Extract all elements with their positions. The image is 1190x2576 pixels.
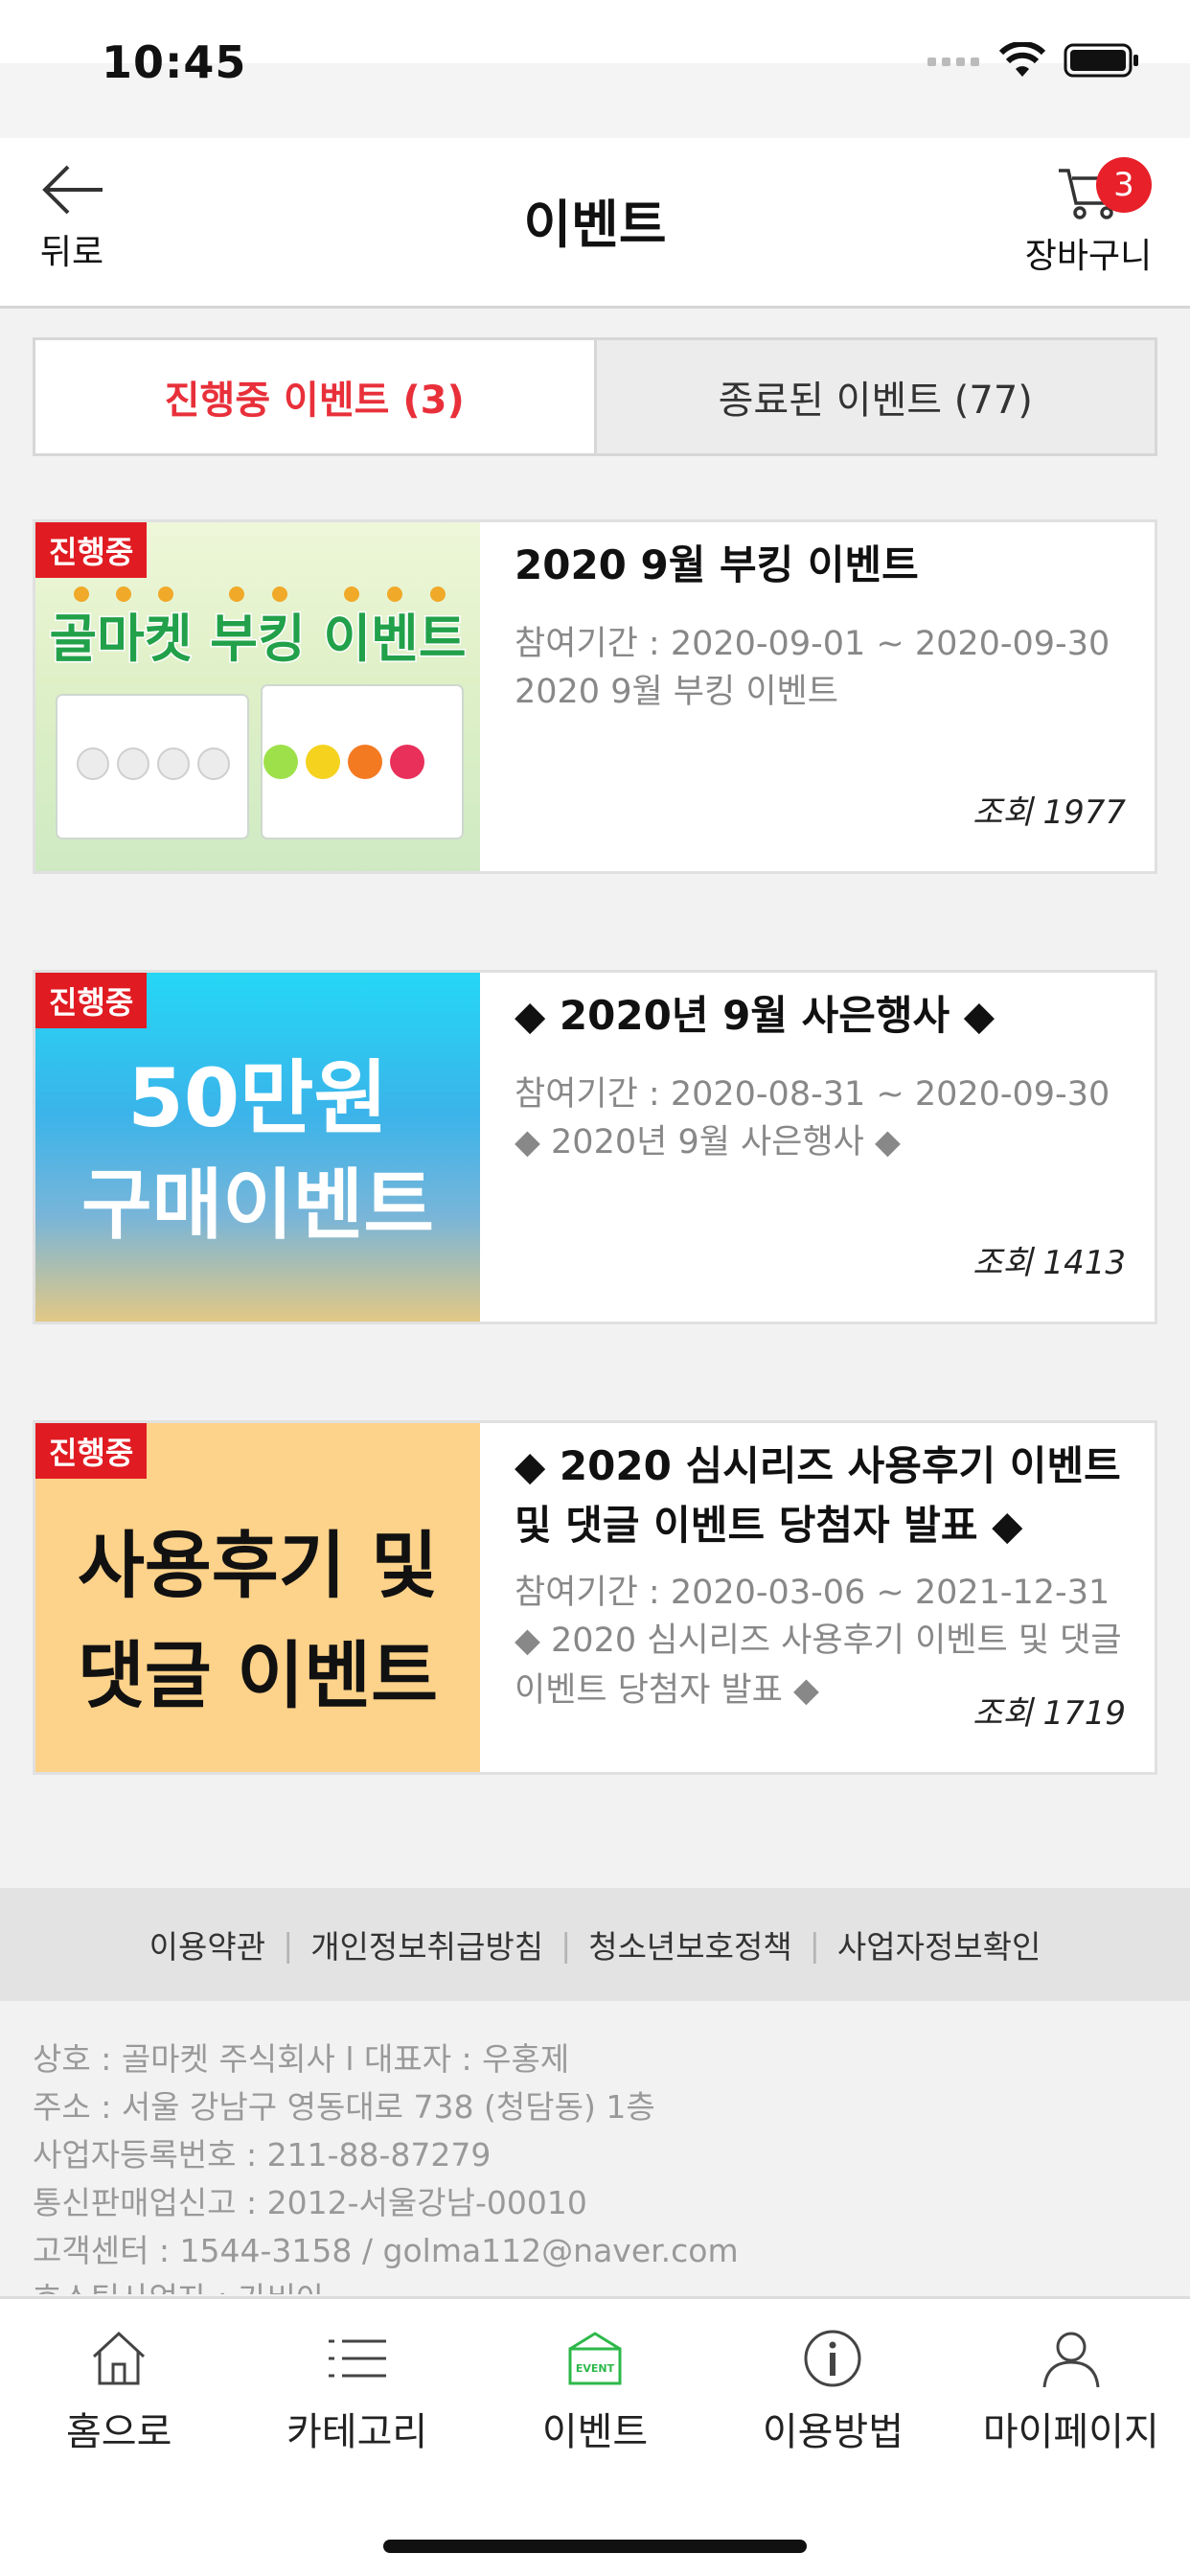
event-views: 조회 1719 (973, 1687, 1126, 1734)
info-icon (804, 2330, 861, 2387)
event-title: ◆ 2020 심시리즈 사용후기 이벤트 및 댓글 이벤트 당첨자 발표 ◆ (515, 1442, 1121, 1549)
tab-home[interactable]: 홈으로 (0, 2299, 238, 2481)
company-info: 상호 : 골마켓 주식회사 l 대표자 : 우홍제 주소 : 서울 강남구 영동… (0, 2001, 1190, 2294)
divider: | (809, 1925, 820, 1964)
tab-ended-events[interactable]: 종료된 이벤트 (77) (593, 340, 1155, 453)
signal-icon (927, 58, 979, 66)
divider: | (283, 1925, 294, 1964)
cart-label: 장바구니 (1024, 237, 1153, 276)
page-title: 이벤트 (523, 195, 667, 255)
thumb-text: 구매이벤트 (81, 1161, 434, 1250)
event-card[interactable]: 진행중 사용후기 및 댓글 이벤트 ◆ 2020 심시리즈 사용후기 이벤트 및… (33, 1420, 1157, 1775)
event-title: 2020 9월 부킹 이벤트 (515, 541, 919, 588)
thumb-text: 사용후기 및 (78, 1523, 438, 1608)
tab-my-page[interactable]: 마이페이지 (952, 2299, 1190, 2481)
nav-bar: 뒤로 이벤트 3 장바구니 (0, 138, 1190, 309)
event-icon: EVENT (568, 2332, 622, 2385)
thumb-text: 50만원 (127, 1051, 387, 1145)
youth-protection-link[interactable]: 청소년보호정책 (588, 1921, 792, 1967)
tab-label: 이벤트 (541, 2410, 649, 2454)
event-description: 2020 9월 부킹 이벤트 (515, 673, 838, 711)
footer-links: 이용약관 | 개인정보취급방침 | 청소년보호정책 | 사업자정보확인 (0, 1888, 1190, 2001)
event-card[interactable]: 진행중 50만원 구매이벤트 ◆ 2020년 9월 사은행사 ◆ 참여기간 : … (33, 970, 1157, 1324)
company-info-line: 고객센터 : 1544-3158 / golma112@naver.com (33, 2232, 739, 2269)
tab-category[interactable]: 카테고리 (238, 2299, 475, 2481)
event-period: 참여기간 : 2020-03-06 ~ 2021-12-31 (515, 1574, 1110, 1612)
event-tabs: 진행중 이벤트 (3) 종료된 이벤트 (77) (33, 337, 1157, 456)
list-icon (328, 2339, 386, 2378)
event-period: 참여기간 : 2020-09-01 ~ 2020-09-30 (515, 625, 1110, 663)
user-icon (1042, 2332, 1100, 2388)
event-period: 참여기간 : 2020-08-31 ~ 2020-09-30 (515, 1075, 1110, 1114)
status-time: 10:45 (102, 36, 247, 88)
business-info-link[interactable]: 사업자정보확인 (837, 1921, 1041, 1967)
company-info-line: 호스팅사업자 : 가비아 (33, 2275, 1157, 2294)
tab-ongoing-events[interactable]: 진행중 이벤트 (3) (35, 340, 594, 453)
company-info-line: 주소 : 서울 강남구 영동대로 738 (청담동) 1층 (33, 2088, 655, 2126)
tab-label: 홈으로 (66, 2410, 172, 2454)
thumb-text: 골마켓 부킹 이벤트 (49, 609, 466, 669)
tab-label: 마이페이지 (982, 2410, 1159, 2454)
home-indicator (383, 2540, 807, 2553)
event-views: 조회 1413 (973, 1236, 1126, 1283)
home-icon (93, 2331, 146, 2385)
tab-label: 카테고리 (286, 2410, 428, 2454)
battery-icon (1064, 43, 1138, 78)
event-title: ◆ 2020년 9월 사은행사 ◆ (515, 992, 995, 1039)
bottom-tab-bar: 홈으로 카테고리 EVENT 이벤트 이용방법 마이페이지 (0, 2296, 1190, 2576)
event-views: 조회 1977 (973, 786, 1126, 833)
event-description: ◆ 2020년 9월 사은행사 ◆ (515, 1123, 901, 1162)
wifi-icon (998, 42, 1046, 77)
terms-link[interactable]: 이용약관 (149, 1921, 265, 1967)
status-badge: 진행중 (35, 973, 148, 1028)
tab-how-to-use[interactable]: 이용방법 (714, 2299, 951, 2481)
status-badge: 진행중 (35, 1423, 148, 1479)
status-icons (927, 42, 1140, 79)
company-info-line: 상호 : 골마켓 주식회사 l 대표자 : 우홍제 (33, 2040, 570, 2078)
event-thumbnail: 진행중 골마켓 부킹 이벤트 (35, 522, 480, 871)
thumb-text: 댓글 이벤트 (78, 1633, 438, 1718)
status-badge: 진행중 (35, 522, 148, 578)
svg-text:EVENT: EVENT (576, 2362, 615, 2375)
cart-button[interactable]: 3 장바구니 (1021, 157, 1156, 295)
event-thumbnail: 진행중 50만원 구매이벤트 (35, 973, 480, 1322)
divider: | (561, 1925, 572, 1964)
event-card[interactable]: 진행중 골마켓 부킹 이벤트 2020 9월 부킹 이벤트 참여기간 : 202… (33, 519, 1157, 874)
privacy-policy-link[interactable]: 개인정보취급방침 (310, 1921, 543, 1967)
tab-event[interactable]: EVENT 이벤트 (476, 2299, 714, 2481)
company-info-line: 사업자등록번호 : 211-88-87279 (33, 2136, 492, 2174)
company-info-line: 통신판매업신고 : 2012-서울강남-00010 (33, 2184, 587, 2221)
event-thumbnail: 진행중 사용후기 및 댓글 이벤트 (35, 1423, 480, 1772)
status-bar: 10:45 (0, 0, 1190, 138)
tab-label: 이용방법 (762, 2410, 904, 2454)
cart-count-badge: 3 (1096, 157, 1152, 213)
